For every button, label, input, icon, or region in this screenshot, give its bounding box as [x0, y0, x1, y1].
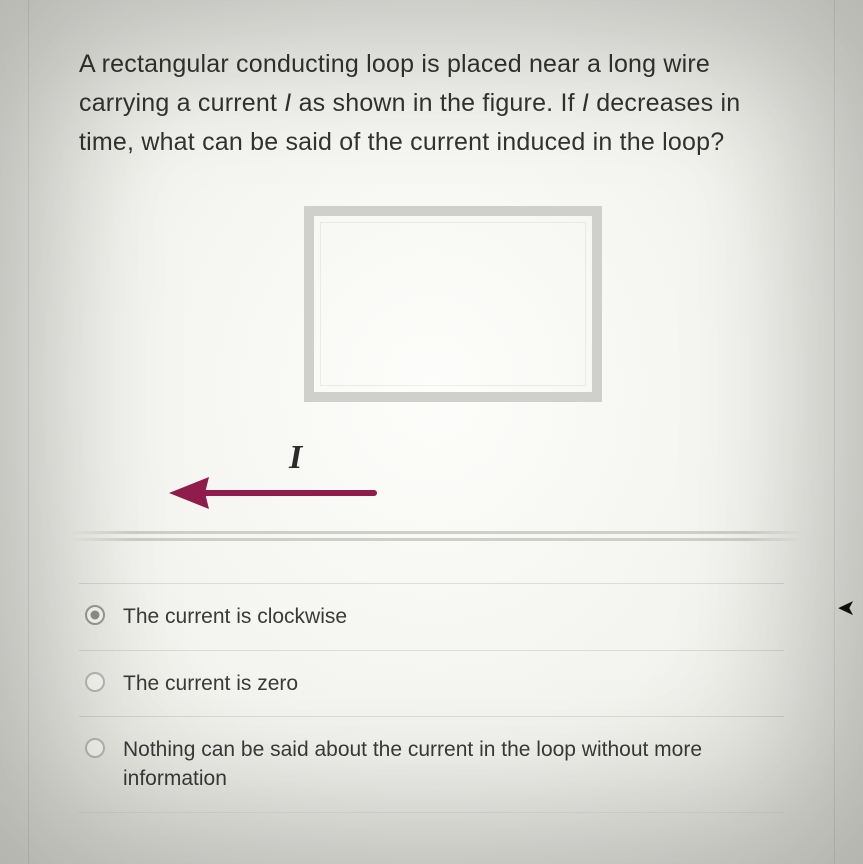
long-wire: [71, 531, 804, 543]
cursor-icon: ➤: [837, 595, 855, 621]
radio-selected-icon[interactable]: [85, 605, 105, 625]
option-clockwise[interactable]: The current is clockwise: [79, 583, 784, 649]
figure: I: [79, 201, 784, 561]
radio-icon[interactable]: [85, 672, 105, 692]
question-card: A rectangular conducting loop is placed …: [28, 0, 835, 864]
question-current-symbol-2: I: [582, 89, 589, 117]
radio-icon[interactable]: [85, 738, 105, 758]
current-label: I: [289, 439, 302, 477]
answer-options: The current is clockwise The current is …: [79, 583, 784, 813]
option-label: The current is zero: [123, 669, 298, 698]
question-text: A rectangular conducting loop is placed …: [79, 45, 784, 161]
conducting-loop: [304, 206, 602, 402]
option-nothing[interactable]: Nothing can be said about the current in…: [79, 716, 784, 813]
question-part-2: as shown in the figure. If: [291, 89, 581, 117]
option-zero[interactable]: The current is zero: [79, 650, 784, 716]
option-label: The current is clockwise: [123, 602, 347, 631]
conducting-loop-inner: [320, 222, 586, 386]
current-arrow: I: [169, 445, 389, 515]
arrow-left-icon: [169, 473, 379, 513]
option-label: Nothing can be said about the current in…: [123, 735, 778, 794]
